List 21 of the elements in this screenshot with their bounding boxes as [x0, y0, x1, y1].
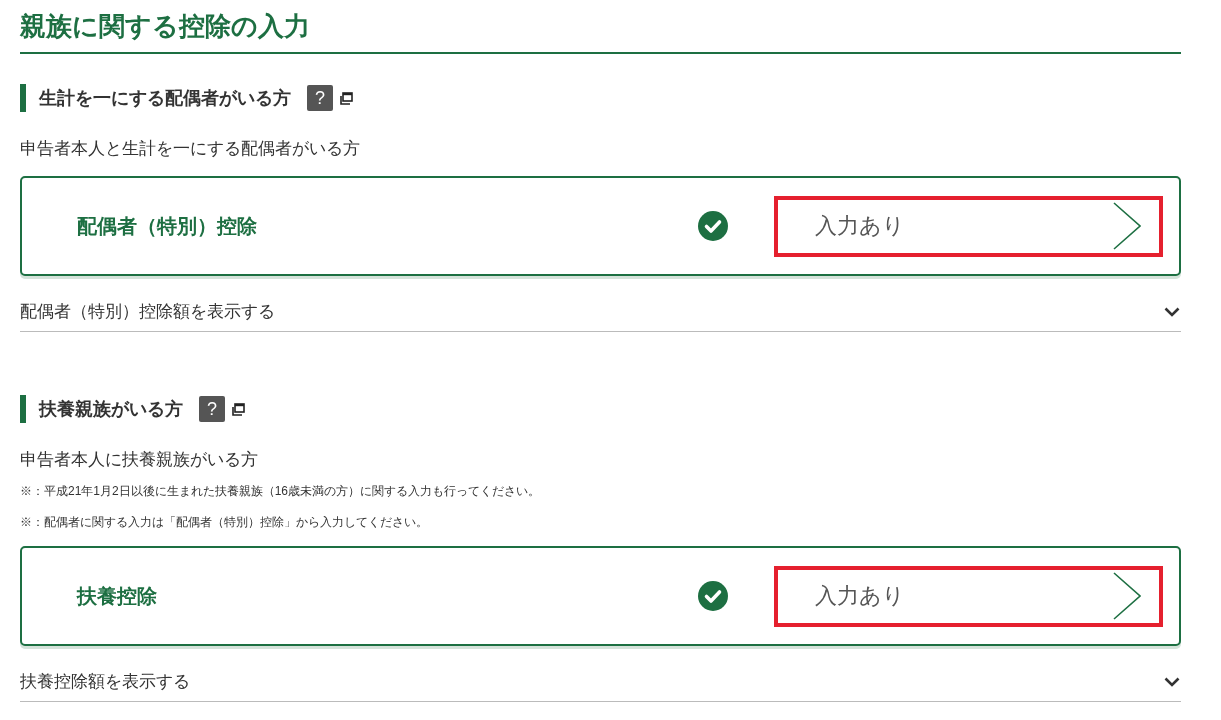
note-text: ※：配偶者に関する入力は「配偶者（特別）控除」から入力してください。	[20, 514, 429, 531]
help-button[interactable]: ?	[199, 396, 225, 422]
section-heading: 生計を一にする配偶者がいる方	[39, 87, 291, 110]
heading-accent-bar	[20, 395, 26, 423]
section-description: 申告者本人と生計を一にする配偶者がいる方	[20, 138, 361, 160]
expander-row[interactable]: 扶養控除額を表示する	[20, 662, 1181, 702]
card-title: 扶養控除	[77, 584, 158, 609]
page-title: 親族に関する控除の入力	[20, 10, 311, 43]
status-button[interactable]: 入力あり	[774, 195, 1163, 257]
section-description: 申告者本人に扶養親族がいる方	[20, 449, 259, 471]
status-button[interactable]: 入力あり	[774, 565, 1163, 627]
heading-accent-bar	[20, 84, 26, 112]
help-button[interactable]: ?	[307, 85, 333, 111]
chevron-right-icon	[1113, 202, 1141, 250]
note-text: ※：平成21年1月2日以後に生まれた扶養親族（16歳未満の方）に関する入力も行ってください。	[20, 483, 542, 500]
new-window-icon[interactable]	[232, 402, 245, 416]
card-title: 配偶者（特別）控除	[77, 214, 258, 239]
section-heading: 扶養親族がいる方	[39, 398, 183, 421]
new-window-icon[interactable]	[340, 91, 353, 105]
expander-row[interactable]: 配偶者（特別）控除額を表示する	[20, 292, 1181, 332]
chevron-right-icon	[1113, 572, 1141, 620]
